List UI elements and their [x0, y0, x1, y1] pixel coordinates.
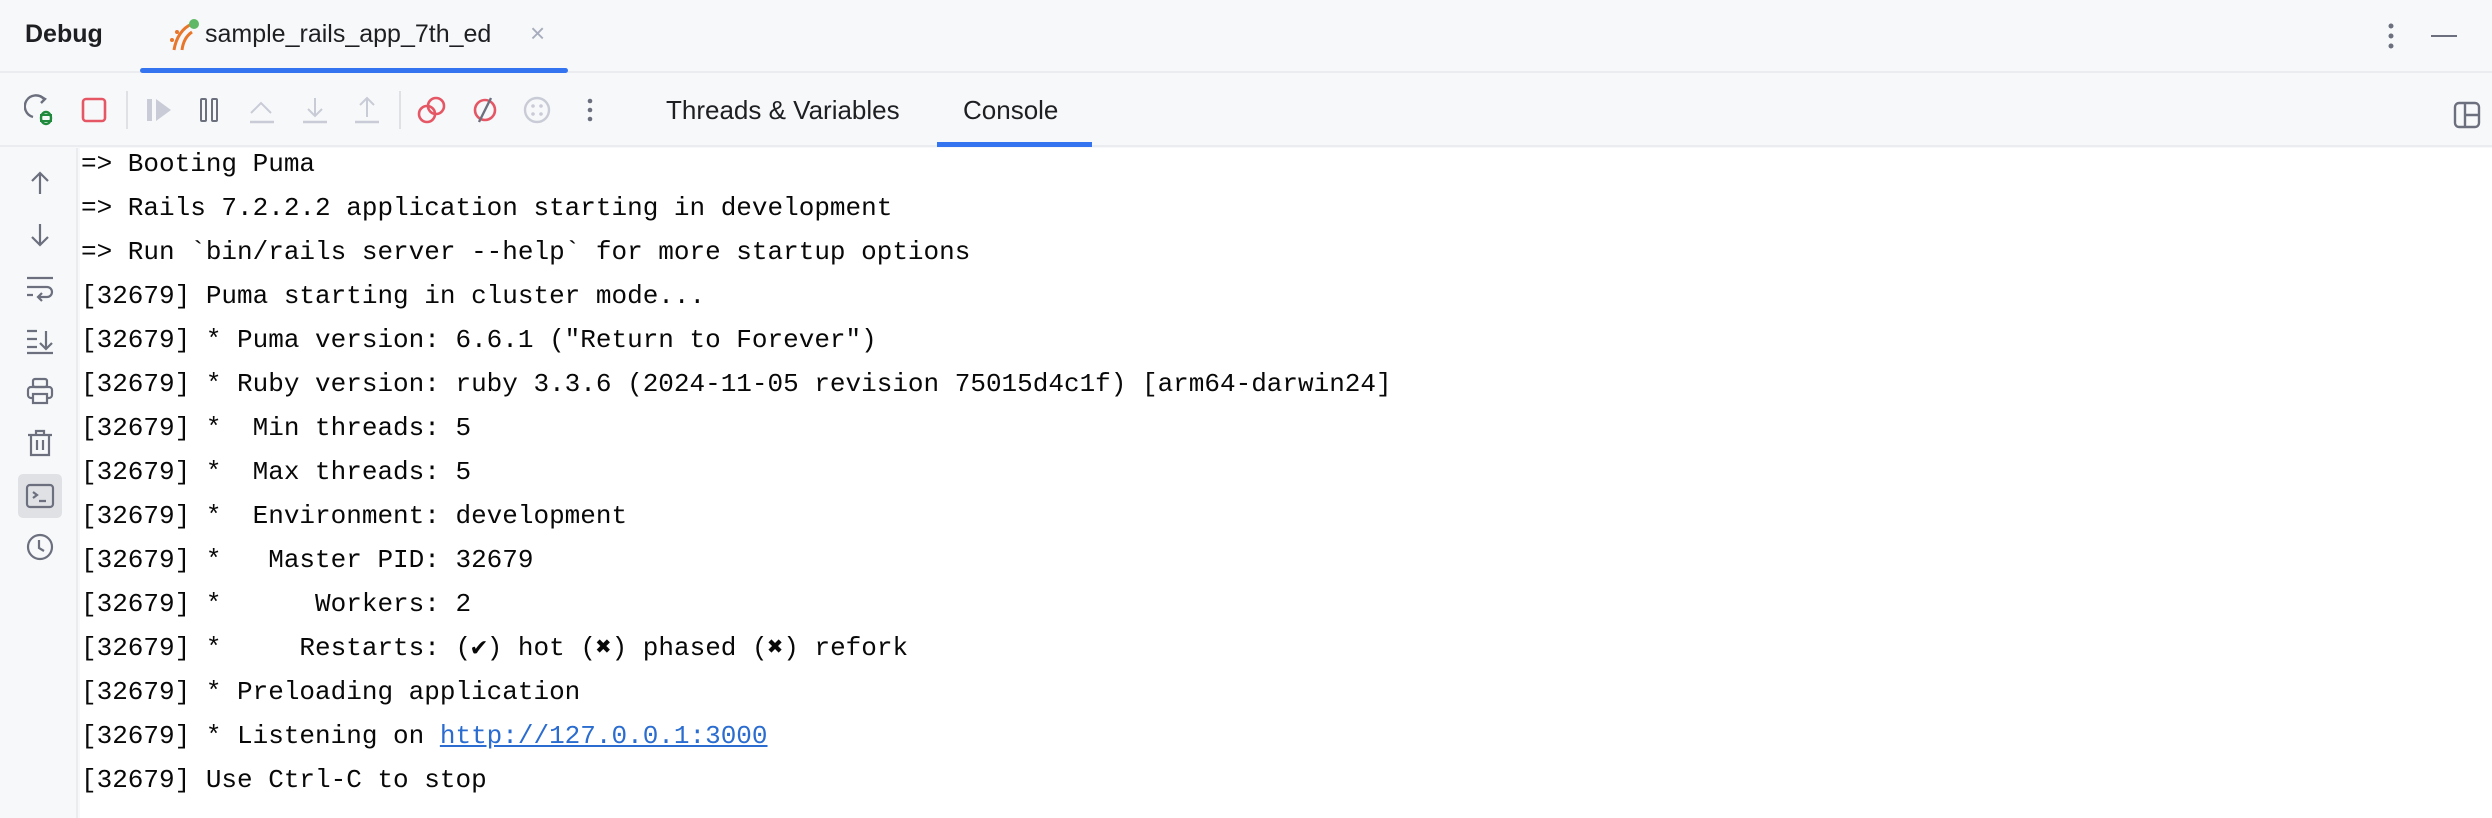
trash-icon[interactable]: [22, 425, 58, 461]
console-line: [32679] * Restarts: (✔) hot (✖) phased (…: [81, 633, 909, 663]
debug-toolbar: Threads & Variables Console: [0, 75, 2492, 147]
console-line: [32679] * Environment: development: [81, 501, 628, 531]
rerun-debug-icon[interactable]: [24, 93, 58, 127]
console-tab-indicator: [937, 142, 1092, 147]
console-line: [32679] * Listening on http://127.0.0.1:…: [81, 714, 768, 758]
session-tab[interactable]: sample_rails_app_7th_ed ×: [140, 0, 568, 73]
toolbar-separator: [399, 91, 401, 129]
more-actions-icon[interactable]: [573, 93, 607, 127]
clock-icon[interactable]: [22, 529, 58, 565]
console-line: [32679] * Preloading application: [81, 677, 581, 707]
down-arrow-icon[interactable]: [22, 217, 58, 253]
console-line: [32679] Puma starting in cluster mode...: [81, 281, 706, 311]
console-line: => Rails 7.2.2.2 application starting in…: [81, 193, 893, 223]
minimize-icon[interactable]: [2431, 35, 2457, 37]
stop-icon[interactable]: [77, 93, 111, 127]
tool-window-title: Debug: [25, 20, 103, 48]
console-line: [32679] * Workers: 2: [81, 589, 472, 619]
resume-icon[interactable]: [142, 93, 176, 127]
close-tab-icon[interactable]: ×: [530, 18, 545, 49]
soft-wrap-icon[interactable]: [22, 270, 58, 306]
console-line: [32679] * Puma version: 6.6.1 ("Return t…: [81, 325, 877, 355]
console-line: => Run `bin/rails server --help` for mor…: [81, 237, 971, 267]
step-into-icon[interactable]: [298, 93, 332, 127]
get-thread-dump-icon[interactable]: [520, 93, 554, 127]
console-line: => Booting Puma: [81, 149, 316, 179]
tab-threads-variables[interactable]: Threads & Variables: [666, 95, 900, 126]
toolbar-separator: [126, 91, 128, 129]
rails-run-icon: [170, 19, 199, 51]
console-output[interactable]: => Booting Puma => Rails 7.2.2.2 applica…: [80, 148, 2492, 818]
console-line: [32679] Use Ctrl-C to stop: [81, 765, 487, 795]
console-line: [32679] * Ruby version: ruby 3.3.6 (2024…: [81, 369, 1392, 399]
step-out-icon[interactable]: [350, 93, 384, 127]
debug-header: Debug sample_rails_app_7th_ed ×: [0, 0, 2492, 73]
more-options-icon[interactable]: [2382, 20, 2400, 54]
tab-console[interactable]: Console: [963, 95, 1058, 126]
console-line: [32679] * Max threads: 5: [81, 457, 472, 487]
console-line-text: [32679] * Listening on: [81, 721, 440, 751]
console-line: [32679] * Master PID: 32679: [81, 545, 534, 575]
console-side-toolbar: [0, 148, 78, 818]
pause-icon[interactable]: [193, 93, 227, 127]
terminal-icon[interactable]: [18, 474, 62, 518]
console-line: [32679] * Min threads: 5: [81, 413, 472, 443]
view-breakpoints-icon[interactable]: [415, 93, 449, 127]
mute-breakpoints-icon[interactable]: [468, 93, 502, 127]
scroll-to-end-icon[interactable]: [22, 322, 58, 358]
tab-label: sample_rails_app_7th_ed: [205, 20, 492, 48]
up-arrow-icon[interactable]: [22, 165, 58, 201]
step-over-icon[interactable]: [245, 93, 279, 127]
print-icon[interactable]: [22, 373, 58, 409]
layout-settings-icon[interactable]: [2450, 98, 2484, 132]
tab-selected-indicator: [140, 68, 568, 73]
server-url-link[interactable]: http://127.0.0.1:3000: [440, 721, 768, 751]
